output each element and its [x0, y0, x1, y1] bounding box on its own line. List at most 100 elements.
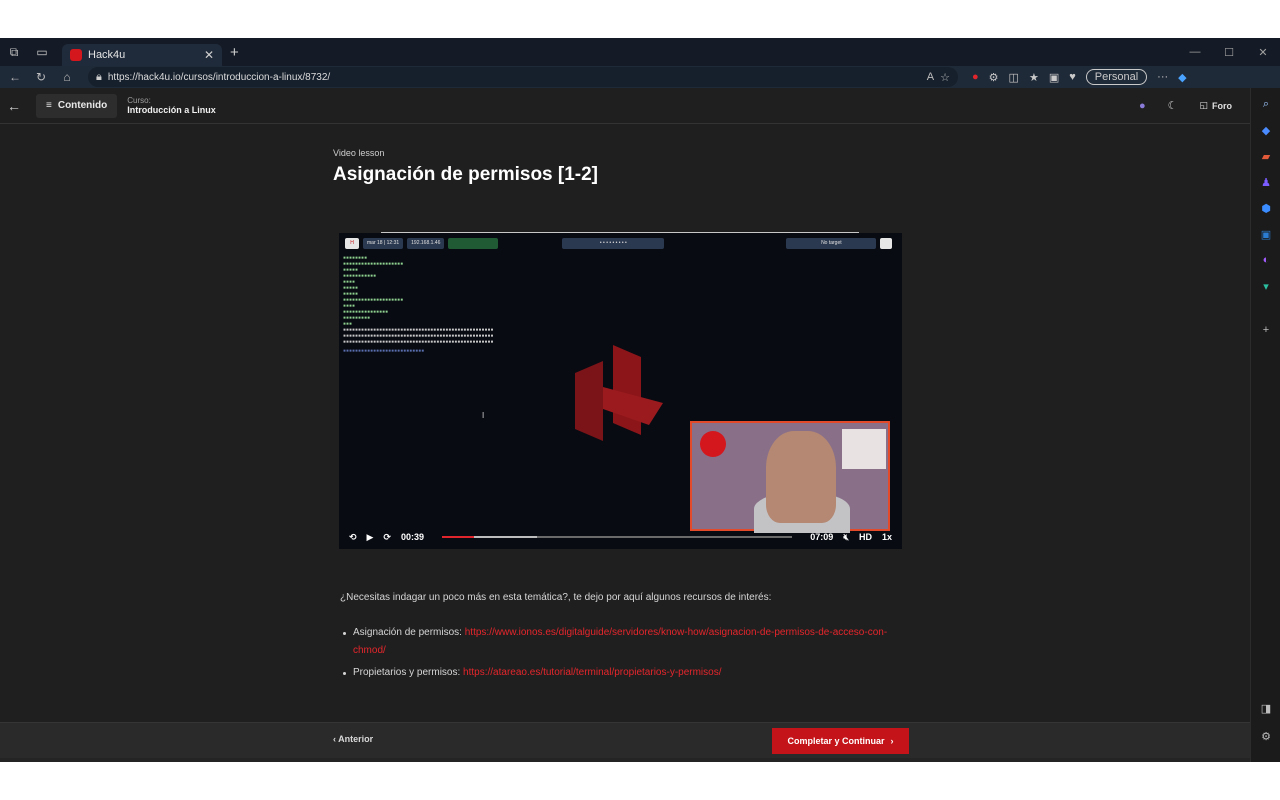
mute-icon[interactable]: 🔇︎: [843, 532, 849, 543]
sidebar-shopping-icon[interactable]: ◆: [1258, 122, 1274, 138]
user-avatar-icon[interactable]: ●: [1139, 100, 1146, 112]
favorites-icon[interactable]: ★: [1029, 71, 1039, 84]
sidebar-search-icon[interactable]: ⌕: [1258, 96, 1274, 112]
profile-button[interactable]: Personal: [1085, 69, 1148, 85]
resource-label: Asignación de permisos:: [353, 627, 465, 638]
close-tab-icon[interactable]: ✕: [204, 48, 214, 62]
tab-strip: ⧉ ▭ Hack4u ✕ + — ☐ ✕: [0, 38, 1280, 66]
extension-icon[interactable]: ●: [972, 71, 979, 83]
chevron-right-icon: ›: [890, 736, 894, 746]
resource-link[interactable]: https://atareao.es/tutorial/terminal/pro…: [463, 667, 721, 678]
more-menu-icon[interactable]: ···: [1157, 71, 1168, 83]
hack4u-favicon-icon: [70, 49, 82, 61]
browser-window: ⧉ ▭ Hack4u ✕ + — ☐ ✕ ← ↻ ⌂ 🔒︎ https://ha…: [0, 38, 1280, 762]
terminal-corner-icon: [880, 237, 893, 249]
read-aloud-icon[interactable]: A: [927, 71, 934, 83]
resources-intro: ¿Necesitas indagar un poco más en esta t…: [340, 592, 772, 603]
sidebar-designer-icon[interactable]: ◐: [1258, 252, 1274, 268]
menu-icon: ≡: [46, 100, 52, 111]
forward-10-icon[interactable]: ⟳: [383, 532, 391, 543]
play-icon[interactable]: ▶: [367, 532, 374, 543]
window-controls: — ☐ ✕: [1178, 46, 1280, 59]
tab-actions-icon[interactable]: ▭: [28, 38, 56, 66]
lesson-type: Video lesson: [333, 148, 385, 158]
terminal-ip: 192.168.1.46: [407, 237, 445, 249]
course-name: Introducción a Linux: [127, 105, 216, 115]
played-bar: [442, 536, 474, 538]
speed-button[interactable]: 1x: [882, 532, 892, 542]
refresh-icon[interactable]: ↻: [30, 70, 52, 84]
new-tab-icon[interactable]: +: [230, 44, 239, 61]
complete-continue-button[interactable]: Completar y Continuar ›: [772, 728, 909, 754]
maximize-icon[interactable]: ☐: [1212, 46, 1246, 59]
complete-label: Completar y Continuar: [787, 736, 885, 746]
sidebar-drop-icon[interactable]: ▾: [1258, 278, 1274, 294]
sidebar-tools-icon[interactable]: ▰: [1258, 148, 1274, 164]
webcam-overlay: [690, 421, 890, 533]
lesson-navigation: ‹ Anterior Completar y Continuar ›: [0, 722, 1250, 758]
terminal-logo-icon: H: [345, 237, 359, 249]
collections-icon[interactable]: ▣: [1049, 71, 1059, 84]
app-header: ← ≡ Contenido Curso: Introducción a Linu…: [0, 88, 1250, 124]
back-icon[interactable]: ←: [4, 70, 26, 84]
contenido-button[interactable]: ≡ Contenido: [36, 93, 118, 118]
tab-title: Hack4u: [88, 49, 126, 61]
browser-sidebar: ⌕ ◆ ▰ ♟ ⬢ ▣ ◐ ▾ + ◨ ⚙: [1250, 88, 1280, 762]
current-time: 00:39: [401, 532, 425, 542]
browser-tab[interactable]: Hack4u ✕: [62, 44, 222, 66]
quality-button[interactable]: HD: [859, 532, 872, 542]
minimize-icon[interactable]: —: [1178, 46, 1212, 59]
course-key: Curso:: [127, 96, 151, 105]
extensions-icon[interactable]: ⚙: [989, 71, 999, 84]
back-arrow-icon[interactable]: ←: [0, 98, 28, 114]
resource-item: Propietarios y permisos: https://atareao…: [343, 664, 913, 682]
terminal-status-bar: H mar 18 | 12:31 192.168.1.46 • • • • • …: [345, 237, 896, 249]
terminal-vpn-pill: [448, 237, 499, 249]
url-bar[interactable]: 🔒︎ https://hack4u.io/cursos/introduccion…: [88, 67, 958, 87]
hack4u-mascot-icon: [700, 431, 726, 457]
bottom-edge: [0, 758, 1250, 762]
lesson-header: Video lesson Asignación de permisos [1-2…: [333, 148, 933, 186]
video-player[interactable]: H mar 18 | 12:31 192.168.1.46 • • • • • …: [339, 233, 902, 549]
player-controls: ⟲ ▶ ⟳ 00:39 07:09 🔇︎ HD 1x: [339, 525, 902, 549]
performance-icon[interactable]: ♥: [1069, 71, 1076, 83]
rewind-10-icon[interactable]: ⟲: [349, 532, 357, 543]
previous-label: Anterior: [338, 734, 374, 744]
sidebar-outlook-icon[interactable]: ▣: [1258, 226, 1274, 242]
copilot-icon[interactable]: ◆: [1178, 71, 1186, 84]
hack4u-logo-watermark: [575, 345, 663, 441]
home-icon[interactable]: ⌂: [56, 70, 78, 84]
resource-label: Propietarios y permisos:: [353, 667, 464, 678]
sidebar-office-icon[interactable]: ⬢: [1258, 200, 1274, 216]
terminal-target: No target: [786, 237, 877, 249]
workspaces-icon[interactable]: ⧉: [0, 38, 28, 66]
terminal-output: ▪▪▪▪▪▪▪▪ ▪▪▪▪▪▪▪▪▪▪▪▪▪▪▪▪▪▪▪▪ ▪▪▪▪▪ ▪▪▪▪▪▪▪…: [343, 255, 494, 354]
lock-icon[interactable]: 🔒︎: [96, 71, 102, 84]
url-text: https://hack4u.io/cursos/introduccion-a-…: [107, 71, 331, 83]
sidebar-add-icon[interactable]: +: [1258, 322, 1274, 338]
previous-button[interactable]: ‹ Anterior: [333, 734, 373, 744]
split-screen-icon[interactable]: ◫: [1009, 71, 1019, 84]
terminal-workspaces: • • • • • • • • •: [562, 237, 665, 249]
close-window-icon[interactable]: ✕: [1246, 46, 1280, 59]
resource-item: Asignación de permisos: https://www.iono…: [343, 624, 913, 660]
dark-mode-icon[interactable]: ☾: [1168, 99, 1178, 112]
wall-poster: [842, 429, 886, 469]
toolbar-icons: ● ⚙ ◫ ★ ▣ ♥ Personal ··· ◆: [972, 69, 1187, 85]
contenido-label: Contenido: [57, 100, 108, 111]
seek-bar[interactable]: [442, 536, 793, 538]
resources-list: Asignación de permisos: https://www.iono…: [343, 624, 913, 686]
course-info: Curso: Introducción a Linux: [127, 96, 216, 115]
header-actions: ● ☾ ◱ Foro: [1139, 99, 1232, 113]
text-cursor-icon: I: [482, 411, 485, 420]
sidebar-panel-icon[interactable]: ◨: [1258, 700, 1274, 716]
foro-label: Foro: [1212, 100, 1232, 111]
lesson-title: Asignación de permisos [1-2]: [333, 164, 599, 185]
sidebar-games-icon[interactable]: ♟: [1258, 174, 1274, 190]
foro-button[interactable]: ◱ Foro: [1199, 100, 1232, 111]
favorite-star-icon[interactable]: ☆: [940, 71, 950, 84]
duration: 07:09: [810, 532, 834, 542]
presenter-face: [766, 431, 836, 523]
address-toolbar: ← ↻ ⌂ 🔒︎ https://hack4u.io/cursos/introd…: [0, 66, 1280, 88]
sidebar-settings-icon[interactable]: ⚙: [1258, 728, 1274, 744]
